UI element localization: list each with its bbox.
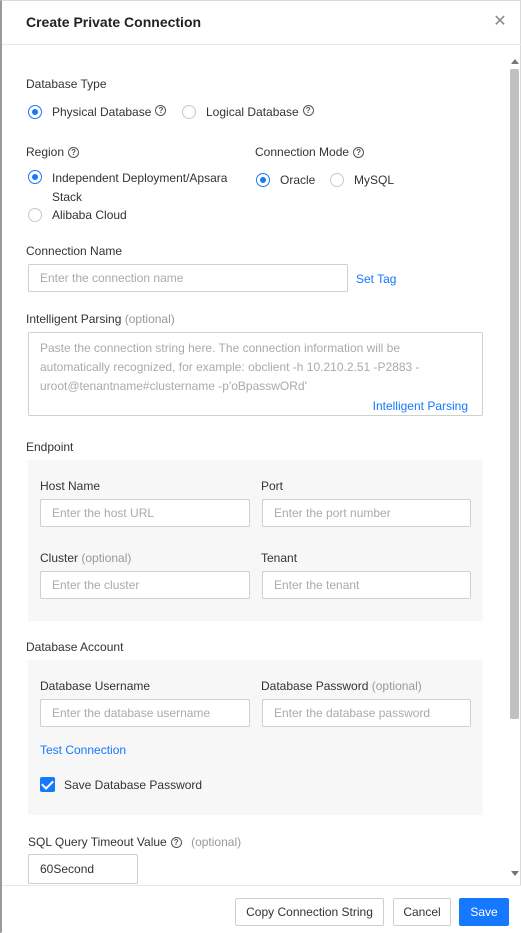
save-button[interactable]: Save	[459, 898, 509, 926]
radio-logical-database[interactable]: Logical Database ?	[182, 105, 314, 119]
port-input[interactable]	[263, 500, 470, 526]
radio-dot	[182, 105, 196, 119]
optional-hint: (optional)	[124, 312, 175, 326]
connection-name-label: Connection Name	[26, 244, 123, 258]
close-icon[interactable]: ✕	[490, 12, 510, 32]
radio-dot	[28, 105, 42, 119]
help-icon[interactable]: ?	[353, 147, 365, 158]
scroll-up-arrow-icon[interactable]	[511, 59, 519, 64]
save-password-label: Save Database Password	[64, 778, 203, 792]
database-account-label: Database Account	[26, 640, 124, 654]
timeout-label: SQL Query Timeout Value? (optional)	[28, 835, 241, 849]
connection-string-area[interactable]: Intelligent Parsing	[28, 332, 483, 416]
host-name-field[interactable]	[40, 499, 250, 527]
timeout-input[interactable]	[29, 855, 137, 883]
radio-label: Independent Deployment/Apsara Stack	[52, 171, 228, 204]
intelligent-parsing-label: Intelligent Parsing (optional)	[26, 312, 175, 326]
connection-mode-label-text: Connection Mode	[255, 145, 350, 159]
tenant-input[interactable]	[263, 572, 470, 598]
intelligent-parsing-label-text: Intelligent Parsing	[26, 312, 122, 326]
connection-string-input[interactable]	[29, 333, 482, 393]
radio-label: Physical Database	[52, 105, 152, 119]
cancel-button[interactable]: Cancel	[393, 898, 451, 926]
connection-mode-label: Connection Mode?	[255, 145, 365, 159]
database-username-field[interactable]	[40, 699, 250, 727]
test-connection-link[interactable]: Test Connection	[40, 743, 126, 757]
dialog-footer: Copy Connection String Cancel Save	[2, 885, 521, 933]
database-password-input[interactable]	[263, 700, 470, 726]
radio-independent-deployment[interactable]: Independent Deployment/Apsara Stack	[28, 169, 238, 207]
endpoint-label: Endpoint	[26, 440, 74, 454]
help-icon[interactable]: ?	[170, 837, 182, 848]
connection-name-input[interactable]	[29, 265, 347, 291]
database-password-field[interactable]	[262, 699, 471, 727]
save-password-checkbox[interactable]	[40, 777, 55, 792]
scroll-down-arrow-icon[interactable]	[511, 871, 519, 876]
scrollbar[interactable]	[508, 53, 521, 881]
radio-label: Alibaba Cloud	[52, 208, 127, 222]
optional-hint: (optional)	[371, 679, 422, 693]
radio-label: MySQL	[354, 173, 395, 187]
host-name-label: Host Name	[40, 479, 101, 493]
scrollbar-thumb[interactable]	[510, 69, 519, 719]
radio-label: Oracle	[280, 173, 316, 187]
radio-label: Logical Database	[206, 105, 299, 119]
cluster-field[interactable]	[40, 571, 250, 599]
database-password-label: Database Password (optional)	[261, 679, 422, 693]
dialog-title: Create Private Connection	[26, 14, 202, 30]
help-icon[interactable]: ?	[68, 147, 80, 158]
create-connection-dialog: Create Private Connection ✕ Database Typ…	[0, 0, 521, 933]
database-username-input[interactable]	[41, 700, 249, 726]
cluster-label-text: Cluster	[40, 551, 79, 565]
radio-dot	[330, 173, 344, 187]
help-icon[interactable]: ?	[155, 105, 167, 116]
port-label: Port	[261, 479, 284, 493]
timeout-field[interactable]	[28, 854, 138, 884]
database-username-label: Database Username	[40, 679, 151, 693]
host-name-input[interactable]	[41, 500, 249, 526]
radio-dot	[256, 173, 270, 187]
radio-dot	[28, 170, 42, 184]
database-password-label-text: Database Password	[261, 679, 369, 693]
timeout-label-text: SQL Query Timeout Value	[28, 835, 167, 849]
help-icon[interactable]: ?	[302, 105, 314, 116]
dialog-header: Create Private Connection ✕	[2, 1, 521, 45]
radio-dot	[28, 208, 42, 222]
optional-hint: (optional)	[191, 835, 242, 849]
database-type-label: Database Type	[26, 77, 107, 91]
region-label: Region?	[26, 145, 80, 159]
cluster-label: Cluster (optional)	[40, 551, 131, 565]
port-field[interactable]	[262, 499, 471, 527]
radio-mysql[interactable]: MySQL	[330, 173, 394, 187]
copy-connection-string-button[interactable]: Copy Connection String	[235, 898, 384, 926]
set-tag-link[interactable]: Set Tag	[356, 272, 396, 286]
cluster-input[interactable]	[41, 572, 249, 598]
optional-hint: (optional)	[81, 551, 132, 565]
radio-oracle[interactable]: Oracle	[256, 173, 315, 187]
intelligent-parsing-button[interactable]: Intelligent Parsing	[373, 399, 468, 413]
region-label-text: Region	[26, 145, 65, 159]
tenant-label: Tenant	[261, 551, 298, 565]
radio-alibaba-cloud[interactable]: Alibaba Cloud	[28, 208, 127, 222]
connection-name-field[interactable]	[28, 264, 348, 292]
radio-physical-database[interactable]: Physical Database ?	[28, 105, 167, 119]
tenant-field[interactable]	[262, 571, 471, 599]
